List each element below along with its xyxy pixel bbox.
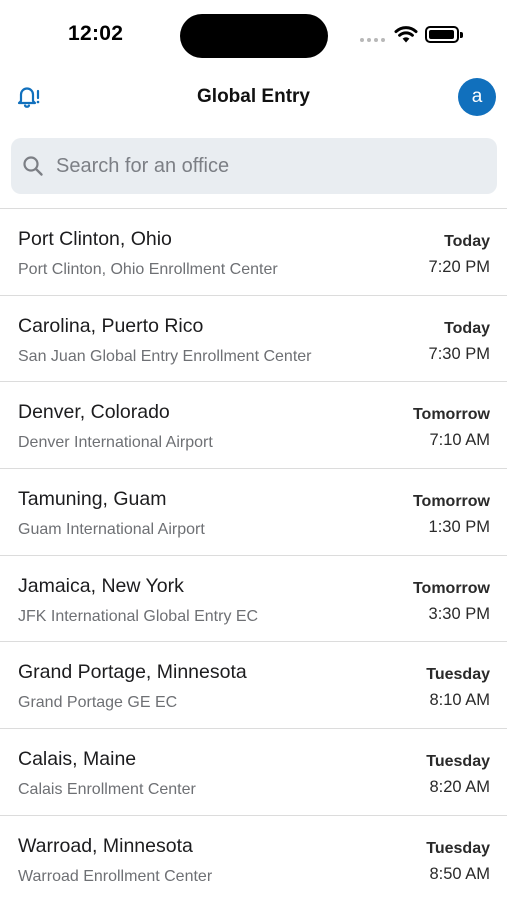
appointment-time: 1:30 PM (428, 518, 490, 537)
appointment-day: Tomorrow (412, 493, 490, 511)
dynamic-island (180, 14, 328, 58)
office-city: Warroad, Minnesota (18, 834, 193, 857)
avatar[interactable]: a (458, 78, 496, 116)
appointment-day: Today (444, 319, 490, 337)
appointment-time: 7:20 PM (428, 258, 490, 276)
appointment-day: Tomorrow (412, 406, 490, 424)
appointment-day: Today (444, 233, 490, 250)
search-bar[interactable] (11, 138, 497, 194)
office-center: JFK International Global Entry EC (18, 607, 259, 625)
office-list: Port Clinton, Ohio Port Clinton, Ohio En… (0, 208, 507, 900)
office-row[interactable]: Tamuning, Guam Guam International Airpor… (0, 469, 507, 556)
appointment-time: 7:10 AM (429, 431, 490, 450)
wifi-icon (394, 26, 418, 43)
appointment-day: Tuesday (426, 666, 490, 684)
battery-icon (425, 26, 463, 43)
office-center: Denver International Airport (18, 434, 213, 452)
appointment-time: 8:50 AM (429, 864, 490, 883)
appointment-time: 8:20 AM (429, 778, 490, 797)
appointment-day: Tuesday (426, 839, 490, 857)
office-row[interactable]: Carolina, Puerto Rico San Juan Global En… (0, 296, 507, 383)
office-city: Port Clinton, Ohio (18, 228, 172, 250)
status-bar: 12:02 (0, 0, 507, 70)
office-center: Calais Enrollment Center (18, 781, 196, 799)
office-row[interactable]: Port Clinton, Ohio Port Clinton, Ohio En… (0, 209, 507, 296)
cellular-signal-icon (360, 38, 385, 42)
office-row[interactable]: Grand Portage, Minnesota Grand Portage G… (0, 642, 507, 730)
office-city: Jamaica, New York (18, 574, 184, 597)
status-time: 12:02 (68, 22, 124, 45)
office-center: San Juan Global Entry Enrollment Center (18, 347, 312, 365)
office-center: Grand Portage GE EC (18, 694, 178, 712)
search-input[interactable] (56, 154, 456, 178)
office-row[interactable]: Denver, Colorado Denver International Ai… (0, 382, 507, 470)
appointment-day: Tomorrow (412, 579, 490, 597)
appointment-time: 8:10 AM (429, 691, 490, 710)
office-center: Guam International Airport (18, 521, 205, 539)
magnifier-icon (22, 155, 44, 177)
office-city: Denver, Colorado (18, 401, 170, 424)
office-row[interactable]: Jamaica, New York JFK International Glob… (0, 556, 507, 643)
appointment-time: 7:30 PM (428, 344, 490, 363)
office-city: Carolina, Puerto Rico (18, 314, 204, 337)
office-city: Tamuning, Guam (18, 488, 167, 511)
office-row[interactable]: Warroad, Minnesota Warroad Enrollment Ce… (0, 816, 507, 900)
office-city: Calais, Maine (18, 748, 137, 771)
page-title: Global Entry (197, 86, 310, 107)
office-center: Port Clinton, Ohio Enrollment Center (18, 261, 278, 278)
nav-bar: Global Entry a (0, 72, 507, 122)
office-row[interactable]: Calais, Maine Calais Enrollment Center T… (0, 729, 507, 816)
office-city: Grand Portage, Minnesota (18, 661, 247, 684)
appointment-time: 3:30 PM (428, 604, 490, 623)
office-center: Warroad Enrollment Center (18, 867, 213, 885)
appointment-day: Tuesday (426, 753, 490, 771)
